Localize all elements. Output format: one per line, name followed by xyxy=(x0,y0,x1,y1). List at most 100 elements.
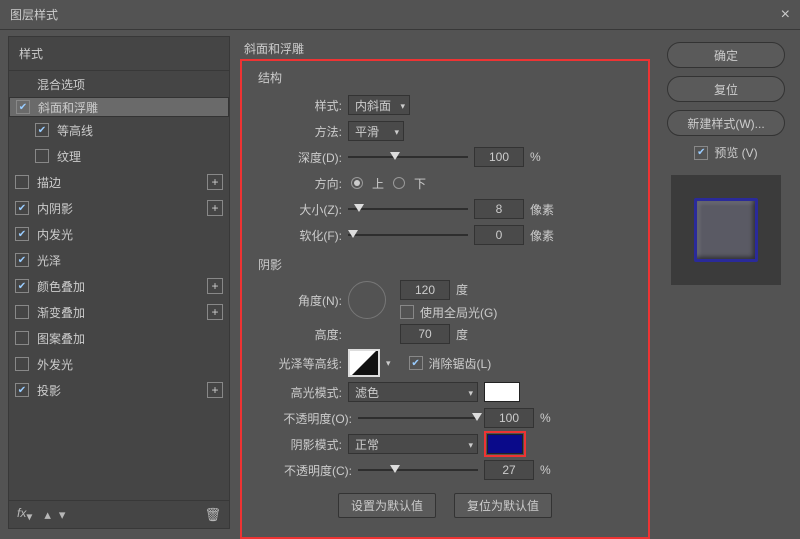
size-input[interactable]: 8 xyxy=(474,199,524,219)
new-style-button[interactable]: 新建样式(W)... xyxy=(667,110,785,136)
add-instance-button[interactable]: + xyxy=(207,278,223,294)
trash-icon[interactable]: 🗑 xyxy=(204,507,221,523)
reset-default-button[interactable]: 复位为默认值 xyxy=(454,493,552,518)
soften-slider[interactable] xyxy=(348,228,468,242)
caret-icon: ▾ xyxy=(394,127,399,138)
shadow-mode-select[interactable]: 正常▾ xyxy=(348,434,478,454)
style-label: 图案叠加 xyxy=(37,330,225,347)
angle-dial[interactable] xyxy=(348,281,386,319)
add-instance-button[interactable]: + xyxy=(207,382,223,398)
shadow-color-highlight xyxy=(484,431,526,457)
preview-box xyxy=(671,175,781,285)
style-checkbox[interactable] xyxy=(15,227,29,241)
antialias-checkbox[interactable] xyxy=(409,356,423,370)
style-row-1[interactable]: 斜面和浮雕 xyxy=(9,97,229,117)
style-row-8[interactable]: 颜色叠加+ xyxy=(9,273,229,299)
chevron-up-icon[interactable]: ▴ xyxy=(44,507,51,523)
depth-slider[interactable] xyxy=(348,150,468,164)
angle-field: 角度(N): 120 度 使用全局光(G) xyxy=(252,279,638,321)
style-label: 内发光 xyxy=(37,226,225,243)
style-checkbox[interactable] xyxy=(15,305,29,319)
add-instance-button[interactable]: + xyxy=(207,174,223,190)
section-title: 斜面和浮雕 xyxy=(244,40,650,57)
direction-up-radio[interactable] xyxy=(351,177,363,189)
direction-down-radio[interactable] xyxy=(393,177,405,189)
chevron-down-icon[interactable]: ▾ xyxy=(59,507,66,523)
main: 样式 混合选项斜面和浮雕等高线纹理描边+内阴影+内发光光泽颜色叠加+渐变叠加+图… xyxy=(0,30,800,537)
style-checkbox[interactable] xyxy=(15,253,29,267)
style-row-7[interactable]: 光泽 xyxy=(9,247,229,273)
shadow-color-swatch[interactable] xyxy=(487,434,523,454)
style-checkbox[interactable] xyxy=(15,175,29,189)
style-checkbox[interactable] xyxy=(35,123,49,137)
highlight-opacity-slider[interactable] xyxy=(358,411,478,425)
soften-input[interactable]: 0 xyxy=(474,225,524,245)
add-instance-button[interactable]: + xyxy=(207,200,223,216)
altitude-label: 高度: xyxy=(252,326,342,343)
highlight-color-swatch[interactable] xyxy=(484,382,520,402)
shadow-mode-field: 阴影模式: 正常▾ xyxy=(252,431,638,457)
highlight-mode-select[interactable]: 滤色▾ xyxy=(348,382,478,402)
size-slider[interactable] xyxy=(348,202,468,216)
angle-input[interactable]: 120 xyxy=(400,280,450,300)
style-checkbox[interactable] xyxy=(15,201,29,215)
angle-unit: 度 xyxy=(456,281,468,298)
size-field: 大小(Z): 8 像素 xyxy=(252,196,638,222)
style-label: 混合选项 xyxy=(37,76,225,93)
style-checkbox[interactable] xyxy=(15,357,29,371)
style-row-10[interactable]: 图案叠加 xyxy=(9,325,229,351)
antialias-label: 消除锯齿(L) xyxy=(429,355,492,372)
style-row-0[interactable]: 混合选项 xyxy=(9,71,229,97)
cancel-button[interactable]: 复位 xyxy=(667,76,785,102)
style-checkbox[interactable] xyxy=(15,383,29,397)
shadow-opacity-input[interactable]: 27 xyxy=(484,460,534,480)
gloss-contour[interactable] xyxy=(348,349,380,377)
size-unit: 像素 xyxy=(530,201,558,218)
gloss-label: 光泽等高线: xyxy=(252,355,342,372)
style-select[interactable]: 内斜面▾ xyxy=(348,95,410,115)
highlight-mode-field: 高光模式: 滤色▾ xyxy=(252,379,638,405)
altitude-input[interactable]: 70 xyxy=(400,324,450,344)
preview-checkbox[interactable] xyxy=(694,146,708,160)
highlight-opacity-field: 不透明度(O): 100 % xyxy=(252,405,638,431)
style-checkbox[interactable] xyxy=(35,149,49,163)
styles-list: 混合选项斜面和浮雕等高线纹理描边+内阴影+内发光光泽颜色叠加+渐变叠加+图案叠加… xyxy=(9,71,229,500)
highlight-opacity-label: 不透明度(O): xyxy=(252,410,352,427)
style-checkbox[interactable] xyxy=(15,331,29,345)
technique-select[interactable]: 平滑▾ xyxy=(348,121,404,141)
style-label: 颜色叠加 xyxy=(37,278,207,295)
global-light-label: 使用全局光(G) xyxy=(420,304,497,321)
style-checkbox[interactable] xyxy=(16,100,30,114)
style-row-4[interactable]: 描边+ xyxy=(9,169,229,195)
preview-label: 预览 (V) xyxy=(714,144,757,161)
style-row-6[interactable]: 内发光 xyxy=(9,221,229,247)
styles-header: 样式 xyxy=(9,37,229,71)
style-label: 内阴影 xyxy=(37,200,207,217)
make-default-button[interactable]: 设置为默认值 xyxy=(338,493,436,518)
style-row-11[interactable]: 外发光 xyxy=(9,351,229,377)
preview-swatch xyxy=(694,198,758,262)
style-checkbox[interactable] xyxy=(15,279,29,293)
window-title: 图层样式 xyxy=(10,6,760,23)
close-icon[interactable]: × xyxy=(760,6,790,24)
soften-label: 软化(F): xyxy=(252,227,342,244)
style-label: 纹理 xyxy=(57,148,225,165)
shadow-opacity-slider[interactable] xyxy=(358,463,478,477)
global-light-checkbox[interactable] xyxy=(400,305,414,319)
fx-icon[interactable]: fx▾ xyxy=(17,505,32,524)
highlight-opacity-input[interactable]: 100 xyxy=(484,408,534,428)
depth-label: 深度(D): xyxy=(252,149,342,166)
depth-input[interactable]: 100 xyxy=(474,147,524,167)
soften-field: 软化(F): 0 像素 xyxy=(252,222,638,248)
style-row-12[interactable]: 投影+ xyxy=(9,377,229,403)
style-field: 样式: 内斜面▾ xyxy=(252,92,638,118)
style-row-2[interactable]: 等高线 xyxy=(9,117,229,143)
style-label: 投影 xyxy=(37,382,207,399)
size-label: 大小(Z): xyxy=(252,201,342,218)
ok-button[interactable]: 确定 xyxy=(667,42,785,68)
style-row-9[interactable]: 渐变叠加+ xyxy=(9,299,229,325)
style-row-3[interactable]: 纹理 xyxy=(9,143,229,169)
add-instance-button[interactable]: + xyxy=(207,304,223,320)
highlight-opacity-unit: % xyxy=(540,411,568,425)
style-row-5[interactable]: 内阴影+ xyxy=(9,195,229,221)
